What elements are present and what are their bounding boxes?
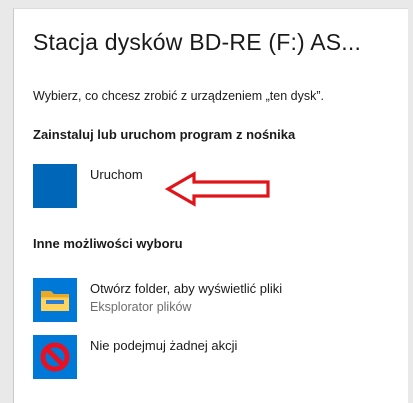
left-arrow-icon [164, 171, 270, 207]
section-heading-install: Zainstaluj lub uruchom program z nośnika [33, 127, 296, 142]
autoplay-dialog: Stacja dysków BD-RE (F:) AS... Wybierz, … [13, 8, 408, 403]
option-run-label: Uruchom [90, 167, 143, 182]
option-no-action-label: Nie podejmuj żadnej akcji [90, 338, 238, 353]
app-tile-icon [33, 164, 77, 208]
dialog-title: Stacja dysków BD-RE (F:) AS... [33, 29, 362, 55]
dialog-prompt: Wybierz, co chcesz zrobić z urządzeniem … [33, 89, 324, 103]
no-action-icon [33, 335, 77, 379]
option-open-folder-sublabel: Eksplorator plików [90, 300, 192, 314]
section-heading-other: Inne możliwości wyboru [33, 236, 183, 251]
option-open-folder[interactable]: Otwórz folder, aby wyświetlić pliki Eksp… [33, 278, 393, 322]
option-no-action[interactable]: Nie podejmuj żadnej akcji [33, 335, 393, 379]
folder-icon [33, 278, 77, 322]
option-open-folder-label: Otwórz folder, aby wyświetlić pliki [90, 281, 283, 296]
